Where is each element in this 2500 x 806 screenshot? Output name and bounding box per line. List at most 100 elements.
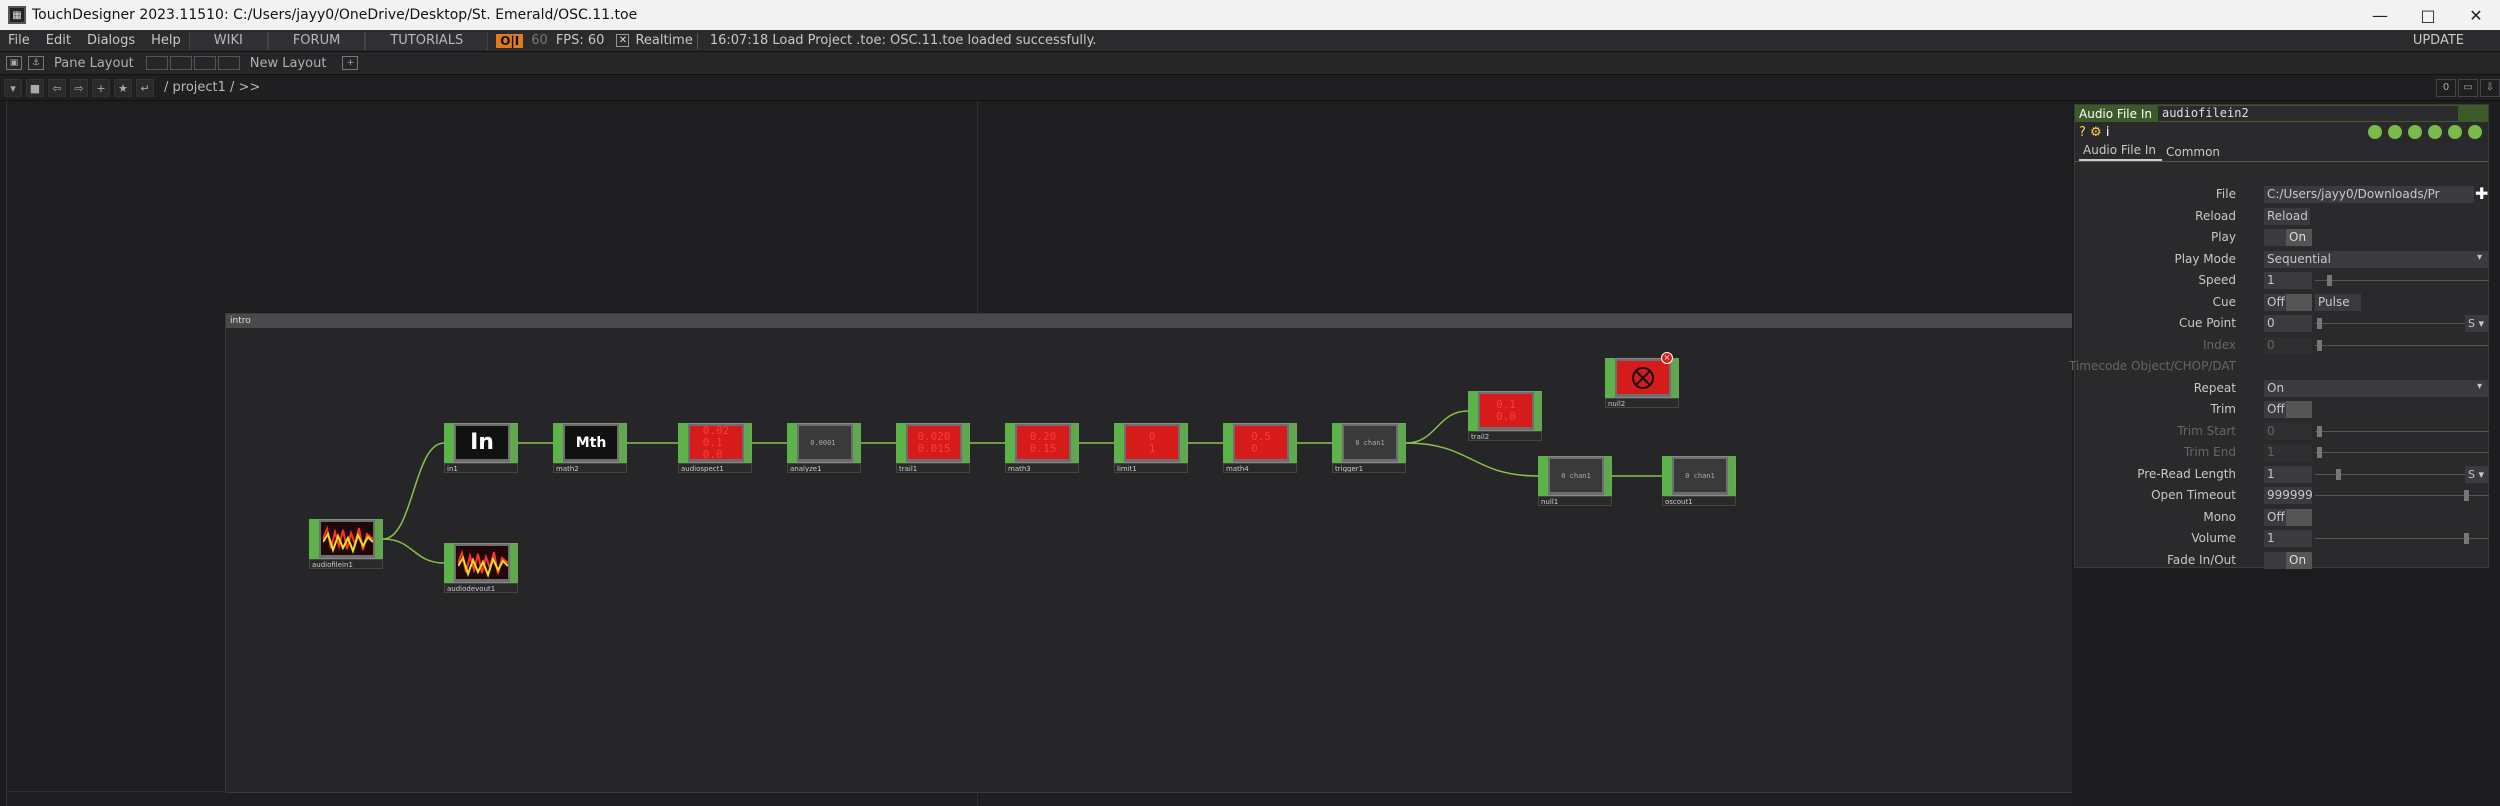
node-name-label[interactable]: null1 [1538, 496, 1612, 506]
param-slider-track[interactable] [2315, 430, 2489, 432]
dropdown-icon[interactable]: ▾ [4, 78, 22, 97]
wire-trigger1-trail2[interactable] [1405, 410, 1469, 444]
param-toggle[interactable]: On [2264, 229, 2312, 246]
pane-layout-split-v[interactable] [193, 56, 216, 70]
param-toggle[interactable]: Off [2264, 508, 2312, 526]
toggle-off[interactable]: Off [2264, 293, 2286, 311]
wire-audiofilein1-in1[interactable] [382, 442, 445, 540]
pane-layout-button[interactable]: Pane Layout [44, 56, 144, 71]
node-output-strip[interactable] [375, 519, 383, 559]
node-input-strip[interactable] [1662, 456, 1672, 496]
toggle-on[interactable] [2286, 508, 2312, 526]
unit-dropdown[interactable]: S ▾ [2465, 315, 2489, 332]
node-trail1[interactable]: 0.020 0.015 trail1 [896, 423, 970, 473]
minimize-button[interactable]: — [2356, 0, 2404, 30]
node-null1[interactable]: 0 chan1 null1 [1538, 456, 1612, 506]
add-parameter-icon[interactable] [2448, 125, 2462, 139]
param-slider-knob[interactable] [2316, 339, 2322, 351]
param-slider-knob[interactable] [2463, 490, 2469, 501]
star-icon[interactable]: ★ [114, 78, 132, 97]
maximize-button[interactable]: □ [2404, 0, 2452, 30]
node-trigger1[interactable]: 0 chan1 trigger1 [1332, 423, 1406, 473]
wiki-link[interactable]: WIKI [188, 31, 268, 50]
help-icon[interactable]: ? [2079, 125, 2086, 140]
target-icon[interactable] [2468, 125, 2482, 139]
toggle-on[interactable]: On [2286, 229, 2312, 246]
forum-link[interactable]: FORUM [267, 31, 366, 50]
power-toggle[interactable]: O|I [496, 33, 524, 48]
chevron-down-icon[interactable]: ▾ [2477, 252, 2482, 263]
network-editor[interactable]: intro audiofilein1 In in1 audiodevout1 Mth ma… [6, 101, 2072, 806]
param-field[interactable]: 1 [2264, 530, 2312, 547]
tab-common[interactable]: Common [2162, 145, 2226, 161]
param-field[interactable]: 1 [2264, 465, 2312, 483]
node-output-strip[interactable] [619, 423, 627, 463]
toggle-on[interactable] [2286, 293, 2312, 311]
node-name-label[interactable]: math2 [553, 463, 627, 473]
pulse-button[interactable]: Pulse [2315, 293, 2361, 311]
new-layout-button[interactable]: New Layout [240, 56, 337, 71]
param-slider-knob[interactable] [2336, 468, 2341, 480]
node-math4[interactable]: 0.5 0 math4 [1223, 423, 1297, 473]
node-input-strip[interactable] [1114, 423, 1124, 463]
toggle-on[interactable]: On [2286, 551, 2312, 569]
python-help-icon[interactable]: ⚙ [2090, 125, 2102, 140]
comment-icon[interactable] [2388, 125, 2402, 139]
pane-maximize-icon[interactable]: ▭ [2458, 78, 2478, 97]
param-slider-knob[interactable] [2316, 425, 2322, 437]
node-audiofilein1[interactable]: audiofilein1 [309, 519, 383, 569]
node-output-strip[interactable] [1180, 423, 1188, 463]
pane-layout-single[interactable] [145, 56, 168, 70]
anchor-icon[interactable]: ⚓ [28, 56, 44, 70]
node-input-strip[interactable] [896, 423, 906, 463]
toggle-off[interactable]: Off [2264, 401, 2286, 418]
add-file-icon[interactable]: ✚ [2475, 184, 2488, 203]
node-output-strip[interactable] [853, 423, 861, 463]
param-slider-track[interactable] [2315, 344, 2489, 346]
param-field[interactable]: 999999 [2264, 487, 2312, 504]
node-math3[interactable]: 0.20 0.15 math3 [1005, 423, 1079, 473]
param-field[interactable]: 0 [2264, 336, 2312, 354]
node-name-label[interactable]: analyze1 [787, 463, 861, 473]
pane-layout-quad[interactable] [217, 56, 240, 70]
unit-dropdown[interactable]: S ▾ [2465, 465, 2489, 483]
node-name-label[interactable]: in1 [444, 463, 518, 473]
node-output-strip[interactable] [1289, 423, 1297, 463]
node-name-label[interactable]: trigger1 [1332, 463, 1406, 473]
param-field[interactable]: 1 [2264, 272, 2312, 289]
param-toggle[interactable]: Off [2264, 293, 2312, 311]
param-slider-knob[interactable] [2316, 318, 2322, 329]
node-input-strip[interactable] [444, 423, 454, 463]
node-name-label[interactable]: oscout1 [1662, 496, 1736, 506]
node-input-strip[interactable] [1538, 456, 1548, 496]
node-name-label[interactable]: limit1 [1114, 463, 1188, 473]
param-slider-knob[interactable] [2463, 533, 2469, 544]
param-slider-track[interactable] [2315, 473, 2489, 475]
network-path[interactable]: / project1 / >> [164, 80, 260, 95]
edit-icon[interactable] [2368, 125, 2382, 139]
update-button[interactable]: UPDATE [2413, 33, 2464, 48]
node-analyze1[interactable]: 0.0001 analyze1 [787, 423, 861, 473]
param-field[interactable]: On [2264, 379, 2489, 397]
node-name-label[interactable]: trail2 [1468, 431, 1542, 441]
node-output-strip[interactable] [1671, 358, 1679, 398]
tutorials-link[interactable]: TUTORIALS [365, 31, 489, 50]
python-icon[interactable] [2428, 125, 2442, 139]
param-field[interactable]: 0 [2264, 315, 2312, 332]
node-output-strip[interactable] [962, 423, 970, 463]
node-input-strip[interactable] [1468, 391, 1478, 431]
pane-split-icon[interactable]: ⇩ [2480, 78, 2500, 97]
param-field[interactable]: C:/Users/jayy0/Downloads/Pr [2264, 186, 2474, 203]
operator-name-field[interactable]: audiofilein2 [2157, 106, 2458, 121]
forward-icon[interactable]: ⇨ [70, 78, 88, 97]
node-input-strip[interactable] [1223, 423, 1233, 463]
node-math2[interactable]: Mth math2 [553, 423, 627, 473]
toggle-off[interactable] [2264, 551, 2286, 569]
node-output-strip[interactable] [1071, 423, 1079, 463]
node-input-strip[interactable] [1005, 423, 1015, 463]
toggle-off[interactable] [2264, 229, 2286, 246]
node-name-label[interactable]: math4 [1223, 463, 1297, 473]
close-button[interactable]: ✕ [2452, 0, 2500, 30]
node-output-strip[interactable] [510, 543, 518, 583]
node-null2[interactable]: null2 × [1605, 352, 1679, 408]
